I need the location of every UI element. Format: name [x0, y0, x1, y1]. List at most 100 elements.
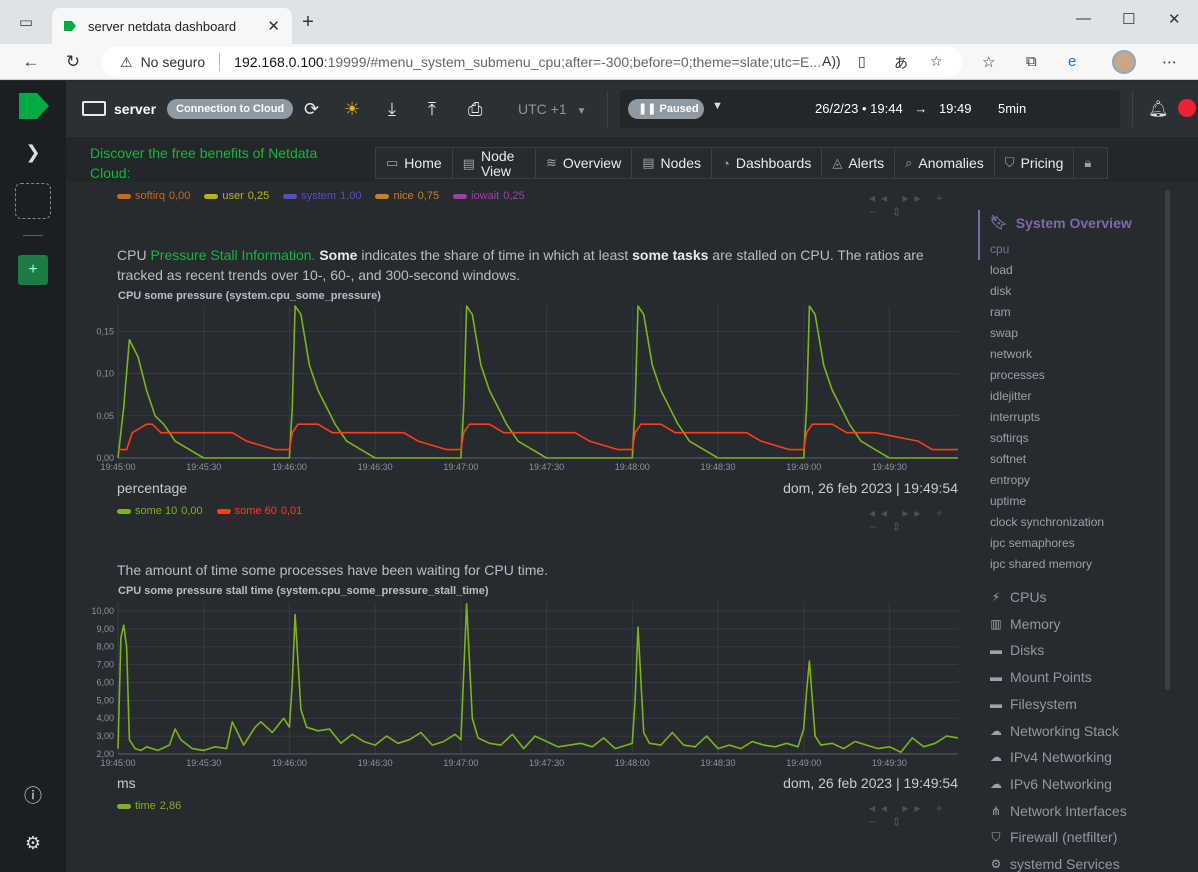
back-icon[interactable]: ←: [18, 50, 44, 74]
x-tick-label: 19:48:00: [615, 758, 650, 768]
chart-controls[interactable]: ◂◂ ▸▸ + − ⇕: [869, 506, 970, 534]
nav-nodes[interactable]: ▤ Nodes: [632, 148, 712, 178]
reload-icon[interactable]: ↻: [60, 50, 86, 74]
legend-swatch: [375, 193, 390, 199]
address-bar[interactable]: ⚠ No seguro 192.168.0.100 :19999/#menu_s…: [102, 47, 962, 77]
tab-actions-icon[interactable]: ▭: [12, 8, 40, 36]
sidebar-item-entropy[interactable]: entropy: [990, 473, 1030, 487]
sidebar-section-memory[interactable]: ▥ Memory: [988, 616, 1060, 632]
sidebar-item-disk[interactable]: disk: [990, 284, 1011, 298]
legend-series-value: 0,25: [247, 190, 270, 202]
x-tick-label: 19:48:30: [700, 758, 735, 768]
y-tick-label: 0,00: [96, 453, 114, 463]
chart-controls[interactable]: ◂◂ ▸▸ + − ⇕: [869, 191, 970, 219]
nav-node-view-label: Node View: [480, 148, 515, 179]
nav-anomalies[interactable]: ⌕ Anomalies: [895, 148, 995, 178]
read-aloud-icon[interactable]: A)): [822, 53, 841, 69]
sidebar-section-mount-points[interactable]: ▬ Mount Points: [988, 669, 1092, 685]
promo-text[interactable]: Discover the free benefits of Netdata Cl…: [90, 143, 350, 183]
sidebar-item-ipc-semaphores[interactable]: ipc semaphores: [990, 536, 1075, 550]
sidebar-item-ram[interactable]: ram: [990, 305, 1011, 319]
legend-item[interactable]: user 0,25: [204, 190, 269, 202]
bell-icon[interactable]: 🔔︎: [1148, 99, 1168, 119]
sidebar-section-cpus[interactable]: ⚡︎ CPUs: [988, 589, 1047, 605]
chart-controls[interactable]: ◂◂ ▸▸ + − ⇕: [869, 801, 970, 829]
settings-gear-icon[interactable]: ⚙: [22, 832, 44, 854]
profile-avatar[interactable]: [1112, 50, 1136, 74]
new-tab-icon[interactable]: +: [296, 10, 320, 34]
space-placeholder[interactable]: [15, 183, 51, 219]
notification-dot[interactable]: [1178, 99, 1196, 117]
nav-alerts[interactable]: ◬ Alerts: [822, 148, 896, 178]
nav-more[interactable]: 🔒︎: [1074, 148, 1107, 178]
sidebar-item-load[interactable]: load: [990, 263, 1013, 277]
memory-chip-icon: ▥: [990, 616, 1002, 631]
legend-item[interactable]: some 10 0,00: [117, 505, 203, 517]
sidebar-section-networking-stack[interactable]: ☁ Networking Stack: [988, 723, 1119, 739]
promo-nav-row: Discover the free benefits of Netdata Cl…: [66, 137, 1198, 182]
close-tab-icon[interactable]: ✕: [267, 17, 280, 35]
help-icon[interactable]: ⓘ: [22, 784, 44, 806]
legend-item[interactable]: iowait 0,25: [453, 190, 525, 202]
favorites-icon[interactable]: ☆: [982, 53, 995, 71]
sidebar-section-firewall-netfilter-[interactable]: ⛉ Firewall (netfilter): [988, 829, 1117, 845]
timezone-select[interactable]: UTC +1 ▼: [518, 101, 586, 117]
print-icon[interactable]: ⎙: [468, 99, 482, 120]
nav-home[interactable]: ▭ Home: [376, 148, 453, 178]
expand-chevron-icon[interactable]: ❯: [22, 141, 44, 163]
collections-icon[interactable]: ⧉: [1026, 53, 1037, 70]
download-icon[interactable]: ⤓: [388, 99, 396, 120]
lightbulb-icon[interactable]: ☀: [344, 99, 360, 120]
sidebar-section-network-interfaces[interactable]: ⋔ Network Interfaces: [988, 803, 1127, 819]
legend-item[interactable]: some 60 0,01: [216, 505, 302, 517]
sidebar-scrollbar[interactable]: [1165, 190, 1170, 690]
psi-link[interactable]: Pressure Stall Information.: [150, 247, 315, 263]
legend-item[interactable]: nice 0,75: [375, 190, 439, 202]
refresh-icon[interactable]: ⟳: [304, 99, 319, 120]
sidebar-section-ipv4-networking[interactable]: ☁ IPv4 Networking: [988, 749, 1112, 765]
sidebar-item-uptime[interactable]: uptime: [990, 494, 1026, 508]
add-space-button[interactable]: +: [18, 255, 48, 285]
nav-pricing[interactable]: ⛉ Pricing: [995, 148, 1075, 178]
paused-badge[interactable]: ❚❚ Paused: [628, 99, 704, 119]
close-window-icon[interactable]: ✕: [1168, 10, 1181, 28]
more-menu-icon[interactable]: ⋯: [1162, 53, 1177, 71]
sidebar-item-softirqs[interactable]: softirqs: [990, 431, 1029, 445]
sidebar-item-softnet[interactable]: softnet: [990, 452, 1026, 466]
connect-to-cloud-button[interactable]: Connection to Cloud: [167, 99, 294, 119]
sidebar-item-swap[interactable]: swap: [990, 326, 1018, 340]
sidebar-item-clock-synchronization[interactable]: clock synchronization: [990, 515, 1104, 529]
chevron-down-icon[interactable]: ▼: [712, 100, 723, 112]
server-name[interactable]: server: [114, 101, 156, 117]
nav-overview[interactable]: ≋ Overview: [536, 148, 633, 178]
sidebar-item-ipc-shared-memory[interactable]: ipc shared memory: [990, 557, 1092, 571]
browser-tab[interactable]: server netdata dashboard ✕: [52, 8, 292, 44]
sidebar-item-interrupts[interactable]: interrupts: [990, 410, 1040, 424]
immersive-reader-icon[interactable]: ▯: [858, 53, 866, 70]
cpu-pressure-chart[interactable]: 19:45:00 19:45:30 19:46:00 19:46:30 19:47:00…: [86, 300, 966, 476]
nav-node-view[interactable]: ▤ Node View: [453, 148, 536, 178]
translate-icon[interactable]: あ: [894, 53, 908, 73]
legend-item[interactable]: softirq 0,00: [117, 190, 190, 202]
sidebar-item-idlejitter[interactable]: idlejitter: [990, 389, 1031, 403]
legend-item[interactable]: time 2,86: [117, 800, 181, 812]
netdata-logo[interactable]: [17, 93, 49, 119]
sidebar-item-network[interactable]: network: [990, 347, 1032, 361]
sidebar-item-cpu[interactable]: cpu: [990, 242, 1009, 256]
sidebar-section-title[interactable]: 🔖︎ System Overview: [990, 214, 1132, 231]
edge-extension-icon[interactable]: e: [1068, 53, 1076, 70]
time-window[interactable]: ❚❚ Paused ▼ 26/2/23 • 19:44 → 19:49 5min: [620, 90, 1120, 128]
sidebar-section-ipv6-networking[interactable]: ☁ IPv6 Networking: [988, 776, 1112, 792]
sidebar-item-processes[interactable]: processes: [990, 368, 1045, 382]
sidebar-section-systemd-services[interactable]: ⚙ systemd Services: [988, 856, 1120, 872]
stall-time-chart[interactable]: 19:45:00 19:45:30 19:46:00 19:46:30 19:47:00…: [86, 596, 966, 772]
add-favorite-icon[interactable]: ☆: [930, 53, 943, 70]
nav-dashboards[interactable]: ◔ Dashboards: [712, 148, 823, 178]
sidebar-section-disks[interactable]: ▬ Disks: [988, 642, 1044, 658]
legend-item[interactable]: system 1,00: [283, 190, 361, 202]
header-divider: [607, 91, 608, 127]
minimize-icon[interactable]: —: [1076, 10, 1091, 27]
sidebar-section-filesystem[interactable]: ▬ Filesystem: [988, 696, 1077, 712]
maximize-icon[interactable]: ☐: [1122, 10, 1135, 28]
upload-icon[interactable]: ⤒: [428, 99, 436, 120]
